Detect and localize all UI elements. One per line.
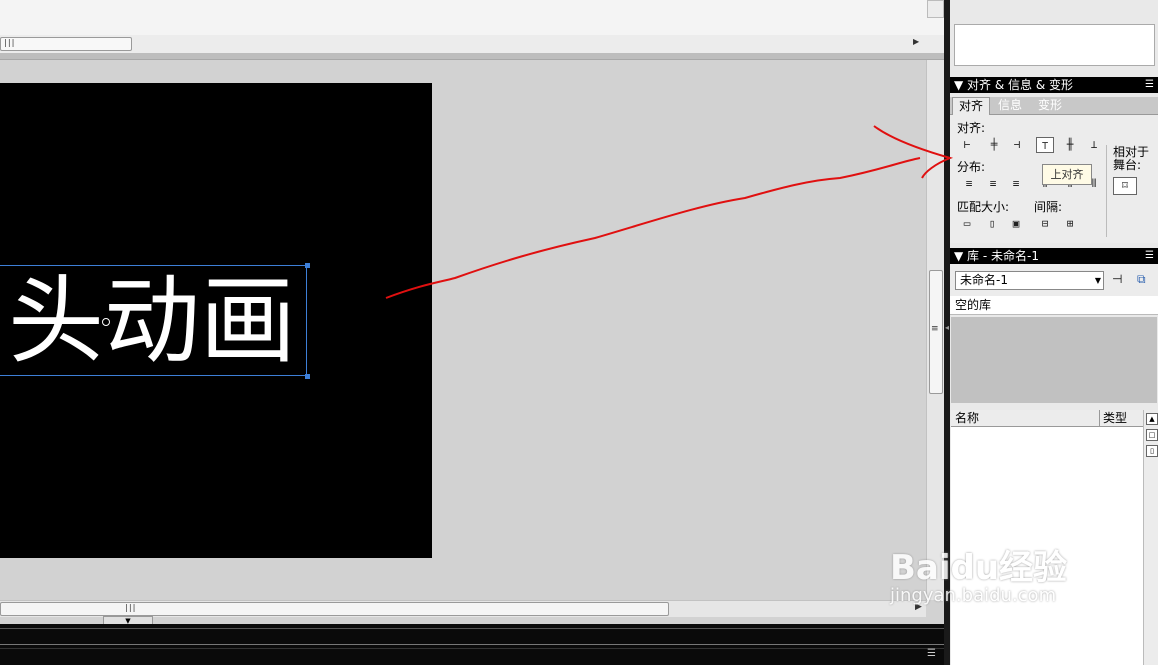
annotation-arrowhead (873, 125, 954, 179)
annotation-stroke (385, 157, 921, 299)
annotation-arrow (385, 125, 954, 299)
